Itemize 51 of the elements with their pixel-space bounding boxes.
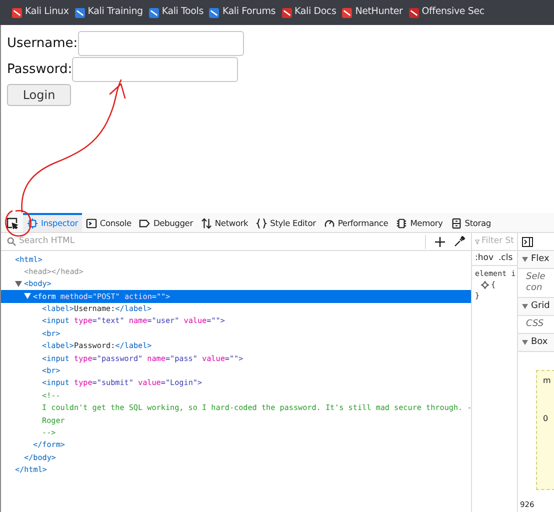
devtools-tab[interactable]: Inspector bbox=[23, 213, 82, 232]
bookmark-link[interactable]: Kali Docs bbox=[282, 5, 336, 20]
section-text: Sele bbox=[526, 272, 546, 283]
expand-arrow-icon bbox=[522, 304, 528, 309]
section-text: CSS bbox=[526, 319, 545, 330]
bookmark-link[interactable]: Offensive Sec bbox=[408, 5, 484, 20]
arrows-icon bbox=[200, 218, 212, 229]
inspector-icon bbox=[27, 218, 38, 229]
expand-arrow-icon bbox=[522, 340, 528, 345]
bookmark-link[interactable]: NetHunter bbox=[342, 5, 403, 20]
sidebar-toggle-icon[interactable] bbox=[522, 236, 533, 246]
gear-icon[interactable] bbox=[481, 280, 489, 288]
bookmark-link[interactable]: Kali Training bbox=[74, 5, 143, 20]
text-field[interactable] bbox=[72, 57, 238, 82]
picker-icon bbox=[6, 216, 18, 228]
bookmark-link[interactable]: Kali Tools bbox=[148, 5, 204, 20]
gauge-icon bbox=[324, 218, 335, 229]
add-icon[interactable] bbox=[435, 236, 445, 246]
rule-toggle[interactable]: :hov bbox=[475, 252, 494, 264]
section-header[interactable]: Box bbox=[518, 334, 554, 351]
devtools-tab[interactable]: Console bbox=[82, 213, 136, 232]
search-field[interactable]: Search HTML bbox=[19, 235, 422, 248]
bookmark-link[interactable]: Kali Linux bbox=[12, 5, 69, 20]
braces-icon bbox=[256, 218, 268, 229]
search-icon bbox=[7, 237, 16, 246]
storage-icon bbox=[450, 218, 462, 229]
devtools-tab[interactable]: Style Editor bbox=[252, 213, 320, 232]
eyedropper-icon[interactable] bbox=[454, 236, 465, 247]
expand-arrow-icon bbox=[522, 257, 528, 262]
login-button[interactable]: Login bbox=[7, 84, 71, 106]
filter-icon bbox=[475, 238, 480, 246]
tag-icon bbox=[139, 218, 150, 229]
box-model-label: 0 bbox=[543, 413, 550, 425]
bookmark-link[interactable]: Kali Forums bbox=[209, 5, 276, 20]
expand-arrow-icon[interactable] bbox=[15, 280, 22, 287]
devtools-tab[interactable]: Debugger bbox=[135, 213, 197, 232]
field-label: Username: bbox=[7, 34, 78, 53]
devtools-tab[interactable]: Memory bbox=[392, 213, 447, 232]
text-field[interactable] bbox=[78, 31, 244, 56]
section-header[interactable]: Flex bbox=[518, 251, 554, 268]
devtools-tab[interactable]: Storag bbox=[446, 213, 495, 232]
devtools-tab[interactable]: Network bbox=[196, 213, 252, 232]
devtools-tab[interactable]: Performance bbox=[320, 213, 392, 232]
field-label: Password: bbox=[7, 60, 72, 79]
rule-toggle[interactable]: .cls bbox=[498, 252, 513, 264]
console-icon bbox=[86, 218, 97, 229]
section-header[interactable]: Grid bbox=[518, 298, 554, 315]
expand-arrow-icon[interactable] bbox=[24, 293, 31, 300]
box-model-label: m bbox=[543, 375, 552, 387]
chip-icon bbox=[396, 218, 408, 229]
section-text: con bbox=[526, 283, 544, 294]
